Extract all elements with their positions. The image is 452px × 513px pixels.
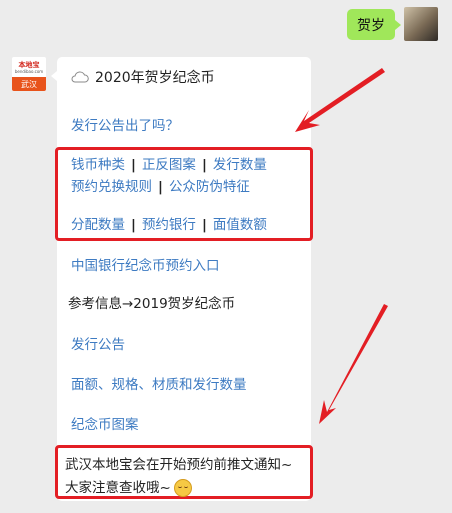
annotation-arrows <box>295 68 388 424</box>
red-arrow-icon <box>295 68 385 132</box>
red-arrow-icon <box>319 304 388 424</box>
